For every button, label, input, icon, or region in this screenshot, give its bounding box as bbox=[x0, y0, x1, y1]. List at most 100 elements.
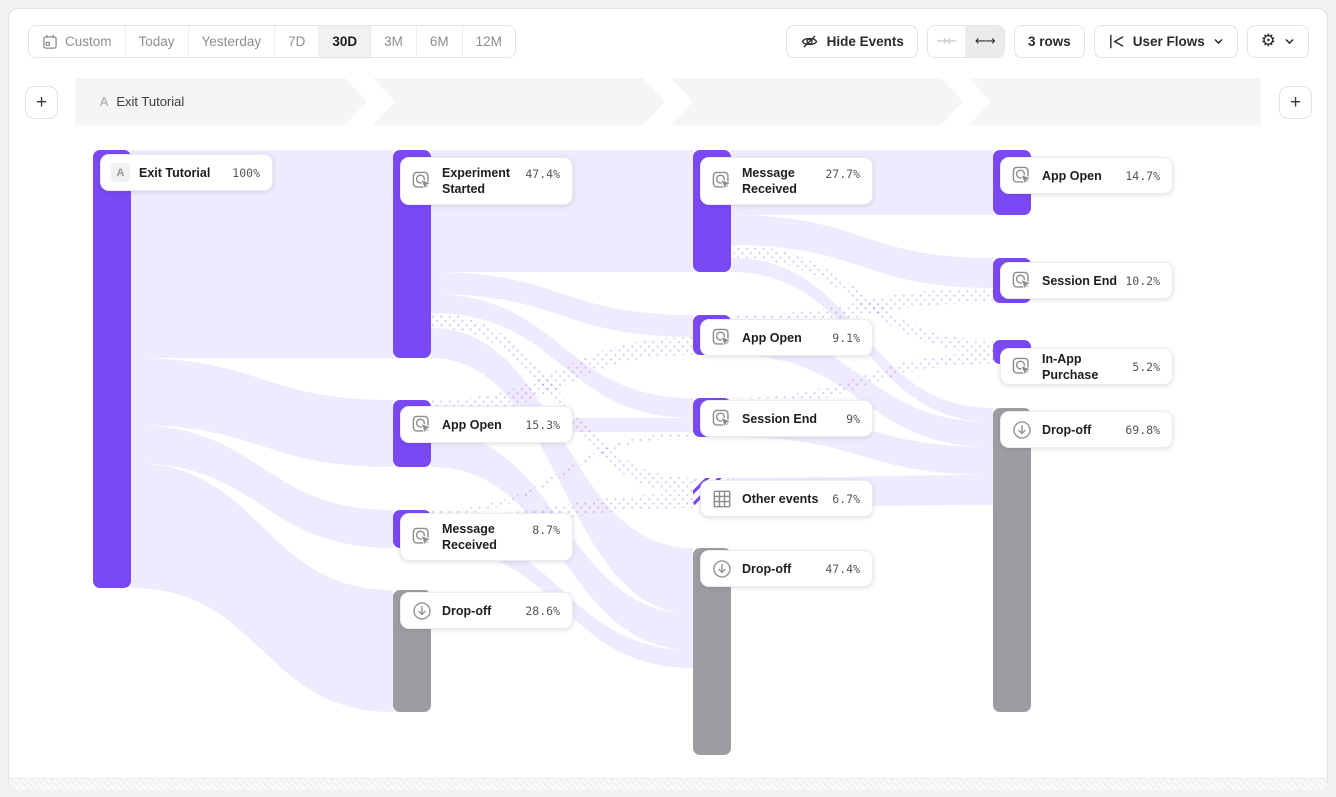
start-event-breadcrumb: A Exit Tutorial bbox=[75, 94, 184, 109]
collapse-columns-button[interactable]: →← bbox=[928, 26, 966, 57]
flow-node-c3-sess[interactable]: Session End 10.2% bbox=[1000, 262, 1173, 299]
add-step-left-button[interactable]: + bbox=[25, 86, 58, 119]
date-range-label: 6M bbox=[430, 34, 449, 49]
node-label: App Open bbox=[1042, 168, 1119, 184]
node-label: Drop-off bbox=[742, 561, 819, 577]
toolbar: Custom Today Yesterday 7D 30D 3M 6M 12M Hide Ev… bbox=[28, 25, 1309, 58]
flow-node-c2-drop[interactable]: Drop-off 47.4% bbox=[700, 550, 873, 587]
date-range-label: Today bbox=[139, 34, 175, 49]
date-range-label: 3M bbox=[384, 34, 403, 49]
node-percent: 15.3% bbox=[525, 418, 560, 432]
node-label: Experiment Started bbox=[442, 165, 519, 197]
date-range-6m[interactable]: 6M bbox=[417, 26, 463, 57]
date-range-30d[interactable]: 30D bbox=[319, 26, 371, 57]
node-percent: 28.6% bbox=[525, 604, 560, 618]
flow-node-c2-sess[interactable]: Session End 9% bbox=[700, 400, 873, 437]
date-range-3m[interactable]: 3M bbox=[371, 26, 417, 57]
flow-node-c1-msg[interactable]: Message Received 8.7% bbox=[400, 513, 573, 561]
hide-events-label: Hide Events bbox=[827, 34, 904, 49]
chart-type-label: User Flows bbox=[1133, 34, 1205, 49]
add-step-right-button[interactable]: + bbox=[1279, 86, 1312, 119]
gear-icon: ⚙ bbox=[1261, 33, 1276, 50]
settings-dropdown[interactable]: ⚙ bbox=[1247, 25, 1309, 58]
node-percent: 10.2% bbox=[1125, 274, 1160, 288]
flow-bar-c0-exit[interactable] bbox=[93, 150, 131, 588]
date-range-today[interactable]: Today bbox=[126, 26, 189, 57]
eye-off-icon bbox=[800, 32, 819, 51]
node-percent: 6.7% bbox=[832, 492, 860, 506]
node-label: App Open bbox=[442, 417, 519, 433]
node-label: Exit Tutorial bbox=[139, 165, 226, 181]
node-percent: 100% bbox=[232, 166, 260, 180]
date-range-7d[interactable]: 7D bbox=[275, 26, 319, 57]
user-flows-icon bbox=[1108, 33, 1125, 50]
event-icon bbox=[411, 526, 433, 548]
node-label: Session End bbox=[742, 411, 840, 427]
node-label: In-App Purchase bbox=[1042, 351, 1126, 383]
date-range-yesterday[interactable]: Yesterday bbox=[189, 26, 276, 57]
node-percent: 47.4% bbox=[525, 167, 560, 181]
event-badge: A bbox=[100, 95, 108, 109]
hide-events-button[interactable]: Hide Events bbox=[786, 25, 918, 58]
other-events-grid-icon bbox=[711, 488, 733, 510]
event-icon bbox=[711, 327, 733, 349]
drop-off-icon bbox=[711, 558, 733, 580]
node-percent: 9.1% bbox=[832, 331, 860, 345]
event-icon bbox=[711, 170, 733, 192]
date-range-group: Custom Today Yesterday 7D 30D 3M 6M 12M bbox=[28, 25, 516, 58]
drop-off-icon bbox=[411, 600, 433, 622]
flow-node-c1-exp[interactable]: Experiment Started 47.4% bbox=[400, 157, 573, 205]
step-segment-2[interactable] bbox=[373, 78, 665, 125]
collapse-icon: →← bbox=[937, 34, 957, 49]
node-percent: 27.7% bbox=[825, 167, 860, 181]
toolbar-right-group: Hide Events →← ←→ 3 rows bbox=[786, 25, 1309, 58]
node-label: Other events bbox=[742, 491, 826, 507]
date-range-label: 12M bbox=[476, 34, 502, 49]
date-range-label: 30D bbox=[332, 34, 357, 49]
event-icon bbox=[1011, 270, 1033, 292]
date-range-12m[interactable]: 12M bbox=[463, 26, 515, 57]
node-percent: 5.2% bbox=[1132, 360, 1160, 374]
node-label: Session End bbox=[1042, 273, 1119, 289]
event-icon bbox=[411, 170, 433, 192]
rows-button[interactable]: 3 rows bbox=[1014, 25, 1085, 58]
node-label: App Open bbox=[742, 330, 826, 346]
flow-node-c3-drop[interactable]: Drop-off69.8% bbox=[1000, 411, 1173, 448]
flow-node-c2-app[interactable]: App Open 9.1% bbox=[700, 319, 873, 356]
flow-node-c2-msg[interactable]: Message Received 27.7% bbox=[700, 157, 873, 205]
expand-icon: ←→ bbox=[975, 34, 995, 49]
start-event-title: Exit Tutorial bbox=[116, 94, 184, 109]
event-icon bbox=[1011, 356, 1033, 378]
collapse-expand-toggle: →← ←→ bbox=[927, 25, 1005, 58]
user-flows-page: A Exit Tutorial 100% Experiment Started 47.4… bbox=[0, 0, 1336, 797]
node-label: Drop-off bbox=[442, 603, 519, 619]
event-icon bbox=[711, 408, 733, 430]
node-label: Message Received bbox=[742, 165, 819, 197]
flow-node-c3-iap[interactable]: In-App Purchase 5.2% bbox=[1000, 348, 1173, 385]
chart-type-dropdown[interactable]: User Flows bbox=[1094, 25, 1238, 58]
flow-node-c1-app[interactable]: App Open 15.3% bbox=[400, 406, 573, 443]
event-letter-badge: A bbox=[111, 163, 130, 182]
node-percent: 14.7% bbox=[1125, 169, 1160, 183]
flow-bar-c3-drop[interactable] bbox=[993, 408, 1031, 712]
event-icon bbox=[1011, 165, 1033, 187]
step-segment-3[interactable] bbox=[671, 78, 963, 125]
step-segment-4[interactable] bbox=[969, 78, 1261, 125]
flow-node-c2-other[interactable]: Other events 6.7% bbox=[700, 480, 873, 517]
step-segment-1[interactable]: A Exit Tutorial bbox=[75, 78, 367, 125]
flow-node-c0-exit[interactable]: A Exit Tutorial 100% bbox=[100, 154, 273, 191]
expand-columns-button[interactable]: ←→ bbox=[966, 26, 1004, 57]
node-percent: 47.4% bbox=[825, 562, 860, 576]
event-icon bbox=[411, 414, 433, 436]
date-range-label: Yesterday bbox=[202, 34, 262, 49]
flow-node-c3-app[interactable]: App Open 14.7% bbox=[1000, 157, 1173, 194]
node-percent: 9% bbox=[846, 412, 860, 426]
node-percent: 69.8% bbox=[1125, 423, 1160, 437]
node-label: Message Received bbox=[442, 521, 526, 553]
node-percent: 8.7% bbox=[532, 523, 560, 537]
plus-icon: + bbox=[1290, 92, 1301, 114]
date-range-custom[interactable]: Custom bbox=[29, 26, 126, 57]
drop-off-icon bbox=[1011, 419, 1033, 441]
flow-node-c1-drop[interactable]: Drop-off 28.6% bbox=[400, 592, 573, 629]
calendar-icon bbox=[42, 34, 58, 50]
